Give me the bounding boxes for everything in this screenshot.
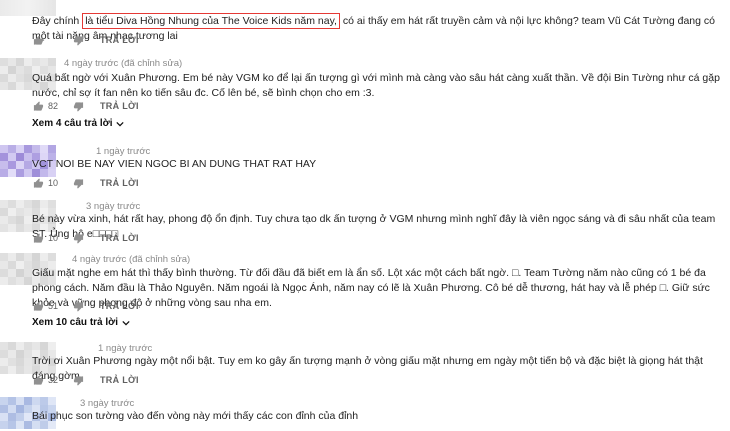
comment-actions: 32 TRẢ LỜI bbox=[32, 373, 139, 387]
comment-timestamp[interactable]: 1 ngày trước bbox=[96, 146, 150, 157]
like-count: 10 bbox=[48, 233, 59, 243]
comment-timestamp[interactable]: 3 ngày trước bbox=[80, 398, 134, 409]
chevron-down-icon bbox=[116, 120, 125, 128]
comment-timestamp[interactable]: 4 ngày trước (đã chỉnh sửa) bbox=[72, 254, 190, 265]
comment-text: Bái phục son tường vào đến vòng này mới … bbox=[32, 410, 359, 422]
comment-item: 4 ngày trước (đã chỉnh sửa) Giấu mặt ngh… bbox=[0, 253, 730, 333]
comment-timestamp[interactable]: 1 ngày trước bbox=[98, 343, 152, 354]
thumbs-up-icon[interactable] bbox=[32, 374, 44, 386]
comment-item: 4 ngày trước (đã chỉnh sửa) Quá bất ngờ … bbox=[0, 56, 730, 136]
thumbs-down-icon[interactable] bbox=[72, 374, 84, 386]
comment-actions: 82 TRẢ LỜI bbox=[32, 99, 139, 113]
comment-item: 3 ngày trước Bé này vừa xinh, hát rất ha… bbox=[0, 200, 730, 250]
thumbs-up-icon[interactable] bbox=[32, 34, 44, 46]
view-replies-button[interactable]: Xem 10 câu trả lời bbox=[32, 317, 130, 328]
comment-actions: 51 TRẢ LỜI bbox=[32, 299, 139, 313]
comment-text: VCT NOI BE NAY VIEN NGOC BI AN DUNG THAT… bbox=[32, 158, 317, 170]
comment-item: 3 ngày trước Bái phục son tường vào đến … bbox=[0, 397, 730, 431]
comment-item: 1 ngày trước Trời ơi Xuân Phương ngày mộ… bbox=[0, 342, 730, 392]
thumbs-down-icon[interactable] bbox=[72, 300, 84, 312]
reply-button[interactable]: TRẢ LỜI bbox=[100, 35, 139, 45]
highlighted-text: là tiểu Diva Hồng Nhung của The Voice Ki… bbox=[82, 13, 340, 29]
view-replies-label: Xem 4 câu trả lời bbox=[32, 118, 113, 129]
thumbs-up-icon[interactable] bbox=[32, 232, 44, 244]
reply-button[interactable]: TRẢ LỜI bbox=[100, 301, 139, 311]
thumbs-up-icon[interactable] bbox=[32, 100, 44, 112]
thumbs-down-icon[interactable] bbox=[72, 34, 84, 46]
comment-item: 1 ngày trước VCT NOI BE NAY VIEN NGOC BI… bbox=[0, 145, 730, 195]
like-count: 32 bbox=[48, 375, 59, 385]
view-replies-label: Xem 10 câu trả lời bbox=[32, 317, 119, 328]
like-count: 10 bbox=[48, 178, 59, 188]
thumbs-up-icon[interactable] bbox=[32, 177, 44, 189]
reply-button[interactable]: TRẢ LỜI bbox=[100, 101, 139, 111]
chevron-down-icon bbox=[122, 319, 130, 327]
reply-button[interactable]: TRẢ LỜI bbox=[100, 178, 139, 188]
comment-actions: TRẢ LỜI bbox=[32, 33, 139, 47]
reply-button[interactable]: TRẢ LỜI bbox=[100, 233, 139, 243]
like-count: 82 bbox=[48, 101, 59, 111]
comment-timestamp[interactable]: 3 ngày trước bbox=[86, 201, 140, 212]
like-count: 51 bbox=[48, 301, 59, 311]
thumbs-up-icon[interactable] bbox=[32, 300, 44, 312]
reply-button[interactable]: TRẢ LỜI bbox=[100, 375, 139, 385]
comment-actions: 10 TRẢ LỜI bbox=[32, 231, 139, 245]
thumbs-down-icon[interactable] bbox=[72, 232, 84, 244]
comment-actions: 10 TRẢ LỜI bbox=[32, 176, 139, 190]
thumbs-down-icon[interactable] bbox=[72, 100, 84, 112]
comment-timestamp[interactable]: 4 ngày trước (đã chỉnh sửa) bbox=[64, 58, 182, 69]
thumbs-down-icon[interactable] bbox=[72, 177, 84, 189]
comment-item: Đây chính là tiểu Diva Hồng Nhung của Th… bbox=[0, 0, 730, 50]
comment-text: Quá bất ngờ với Xuân Phương. Em bé này V… bbox=[32, 72, 720, 99]
view-replies-button[interactable]: Xem 4 câu trả lời bbox=[32, 118, 125, 129]
